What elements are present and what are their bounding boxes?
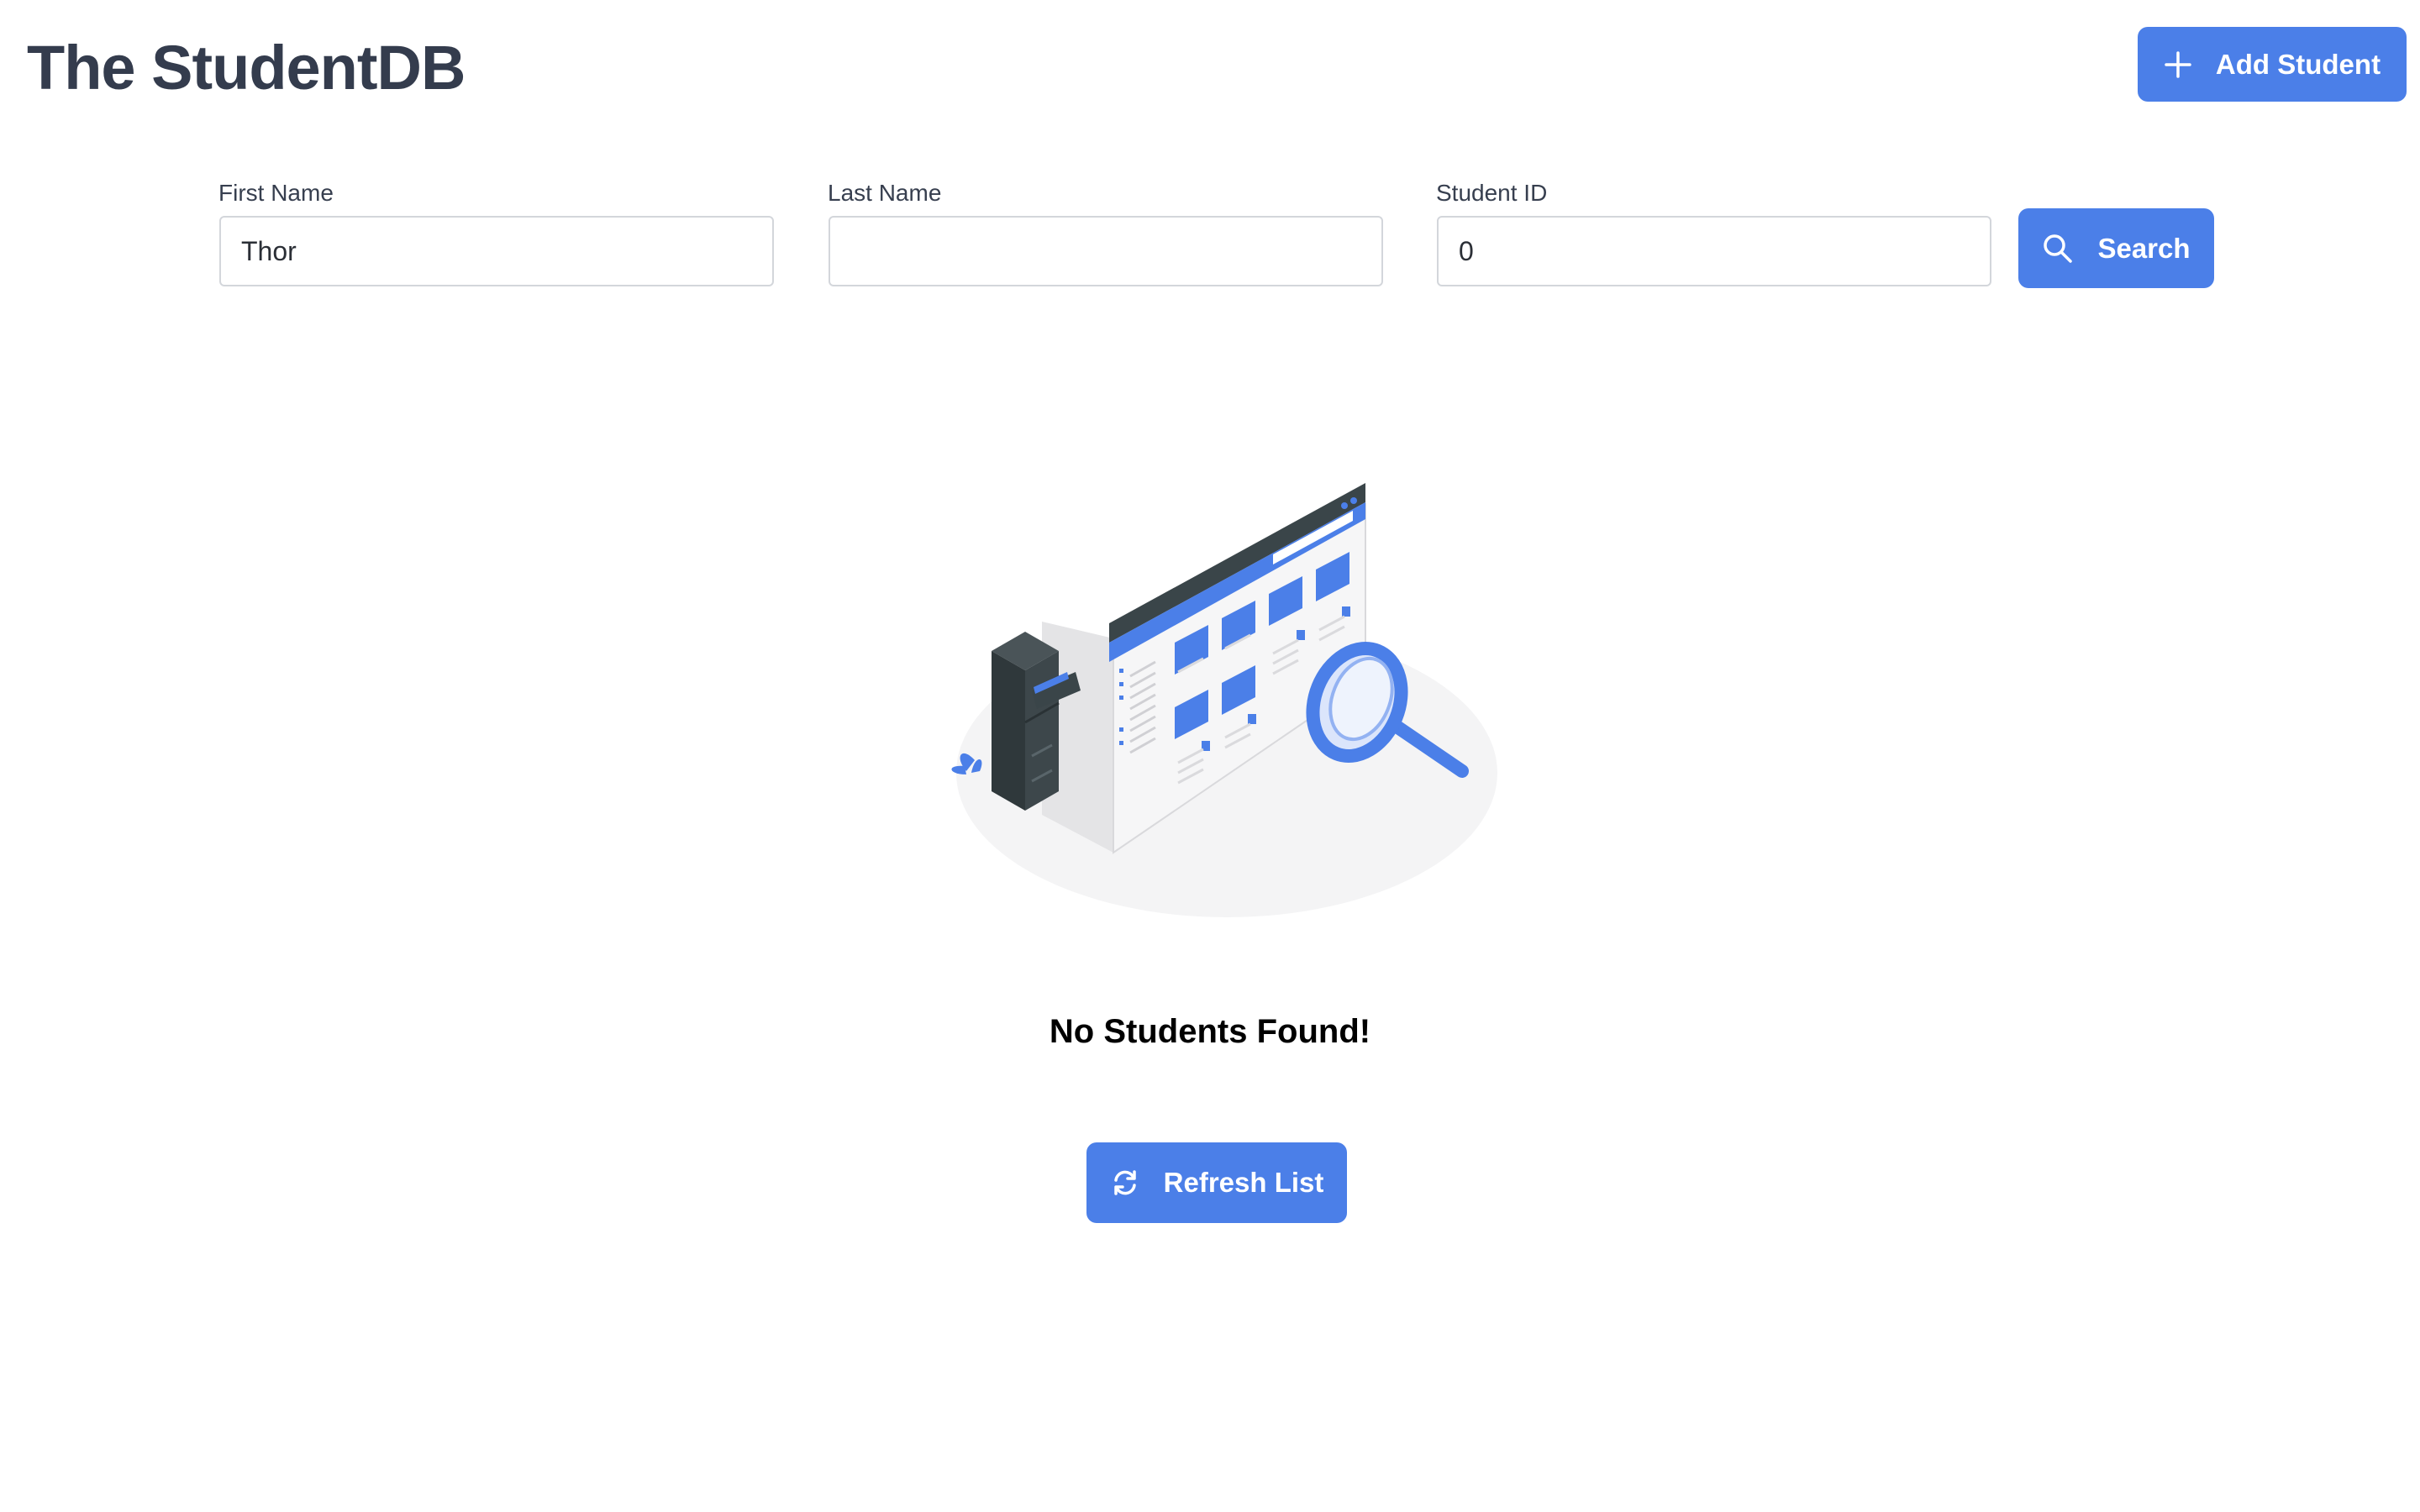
refresh-icon bbox=[1113, 1170, 1136, 1195]
empty-state-message: No Students Found! bbox=[1049, 1013, 1371, 1050]
search-button[interactable]: Search bbox=[2018, 208, 2214, 288]
last-name-label: Last Name bbox=[828, 180, 942, 206]
add-student-button[interactable]: Add Student bbox=[2138, 27, 2407, 102]
search-button-label: Search bbox=[2097, 232, 2191, 264]
page-title: The StudentDB bbox=[27, 33, 466, 102]
first-name-input[interactable] bbox=[219, 216, 774, 286]
add-student-label: Add Student bbox=[2215, 48, 2381, 80]
student-id-input[interactable] bbox=[1437, 216, 1991, 286]
empty-search-illustration bbox=[951, 483, 1497, 917]
plus-icon bbox=[2165, 50, 2191, 78]
search-icon bbox=[2044, 234, 2073, 263]
first-name-label: First Name bbox=[218, 180, 334, 206]
page: The StudentDB Add Student First Name Las… bbox=[0, 0, 2420, 1512]
refresh-list-button[interactable]: Refresh List bbox=[1086, 1142, 1347, 1223]
last-name-input[interactable] bbox=[829, 216, 1383, 286]
refresh-list-label: Refresh List bbox=[1163, 1167, 1324, 1198]
student-id-label: Student ID bbox=[1436, 180, 1548, 206]
